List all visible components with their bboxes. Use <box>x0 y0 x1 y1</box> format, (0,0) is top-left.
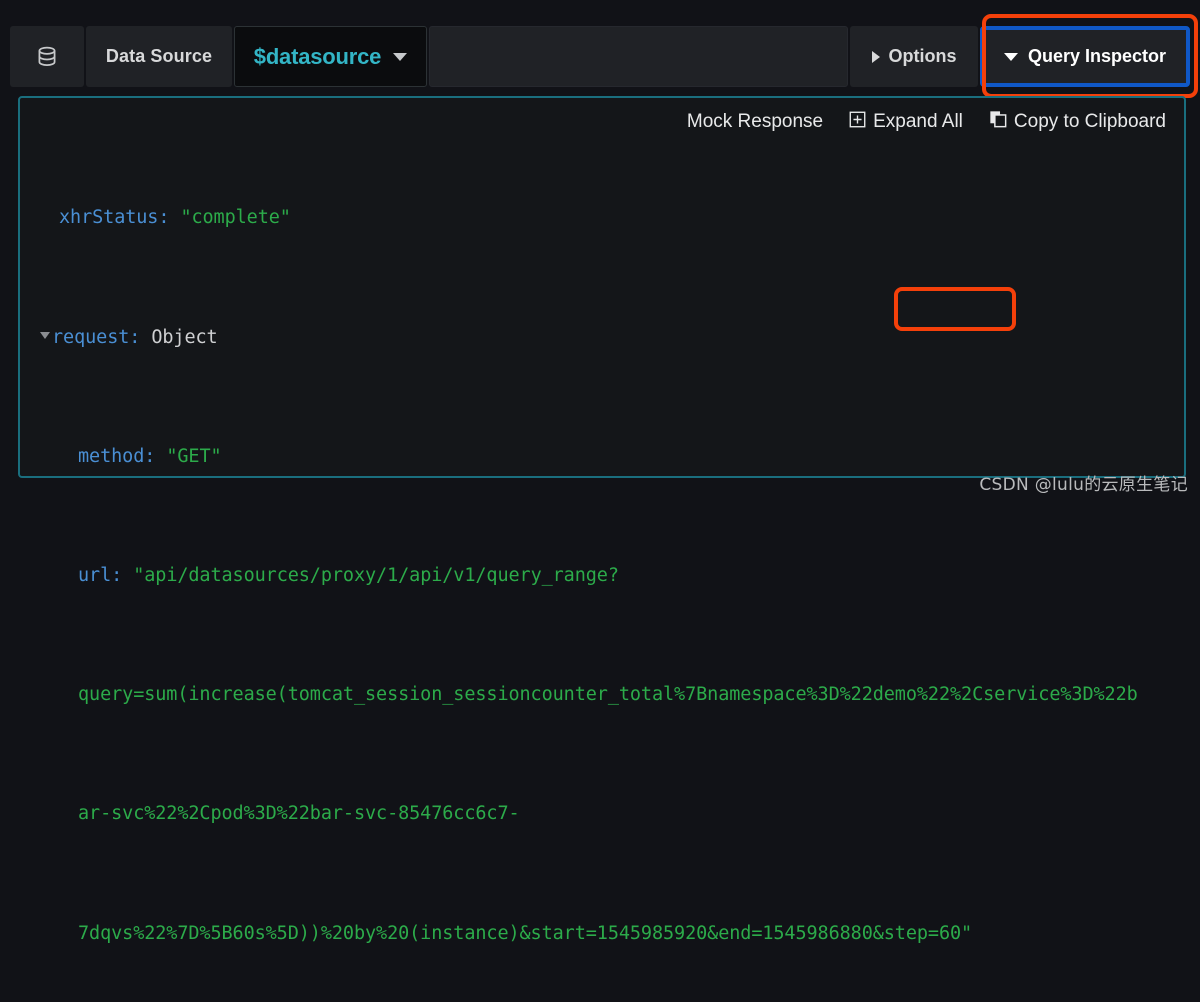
data-source-label: Data Source <box>86 26 232 87</box>
chevron-down-icon <box>1003 52 1018 61</box>
datasource-value: $datasource <box>253 43 382 69</box>
chevron-down-icon <box>393 52 408 61</box>
json-line-url: url: "api/datasources/proxy/1/api/v1/que… <box>40 561 1174 591</box>
query-inspector-toggle-button[interactable]: Query Inspector <box>980 26 1190 87</box>
json-value: ar-svc%22%2Cpod%3D%22bar-svc-85476cc6c7- <box>78 803 520 825</box>
json-line-request[interactable]: request: Object <box>40 323 1174 353</box>
toolbar-spacer <box>429 26 848 87</box>
watermark: CSDN @lulu的云原生笔记 <box>979 475 1188 495</box>
query-inspector-panel: Mock Response Expand All Copy to Clipboa… <box>18 96 1186 944</box>
json-value: "complete" <box>180 207 291 229</box>
json-line-url-wrap-3: 7dqvs%22%7D%5B60s%5D))%20by%20(instance)… <box>40 919 1174 949</box>
options-toggle-button[interactable]: Options <box>850 26 978 87</box>
json-line-url-wrap-2: ar-svc%22%2Cpod%3D%22bar-svc-85476cc6c7- <box>40 799 1174 829</box>
query-editor-toolbar: Data Source $datasource Options Query In… <box>10 26 1190 87</box>
json-key: request: <box>52 326 141 348</box>
datasource-picker[interactable]: $datasource <box>234 26 427 87</box>
json-tree-viewer[interactable]: xhrStatus: "complete" request: Object me… <box>40 114 1174 1002</box>
json-value: "GET" <box>166 445 222 467</box>
json-value: 7dqvs%22%7D%5B60s%5D))%20by%20(instance)… <box>78 922 973 944</box>
chevron-right-icon <box>871 50 880 63</box>
collapse-triangle-icon[interactable] <box>40 332 50 340</box>
json-line-method: method: "GET" <box>40 442 1174 472</box>
json-line-xhrstatus: xhrStatus: "complete" <box>40 203 1174 233</box>
json-key: method: <box>78 445 156 467</box>
json-value: Object <box>151 326 218 348</box>
database-icon <box>34 44 60 70</box>
json-key: url: <box>78 564 123 586</box>
options-label: Options <box>888 46 957 66</box>
query-inspector-label: Query Inspector <box>1027 46 1167 66</box>
json-value: "api/datasources/proxy/1/api/v1/query_ra… <box>133 564 619 586</box>
datasource-icon-button[interactable] <box>10 26 84 87</box>
json-value: query=sum(increase(tomcat_session_sessio… <box>78 684 1138 706</box>
json-key: xhrStatus: <box>59 207 170 229</box>
json-line-url-wrap-1: query=sum(increase(tomcat_session_sessio… <box>40 680 1174 710</box>
data-source-label-text: Data Source <box>105 46 213 66</box>
